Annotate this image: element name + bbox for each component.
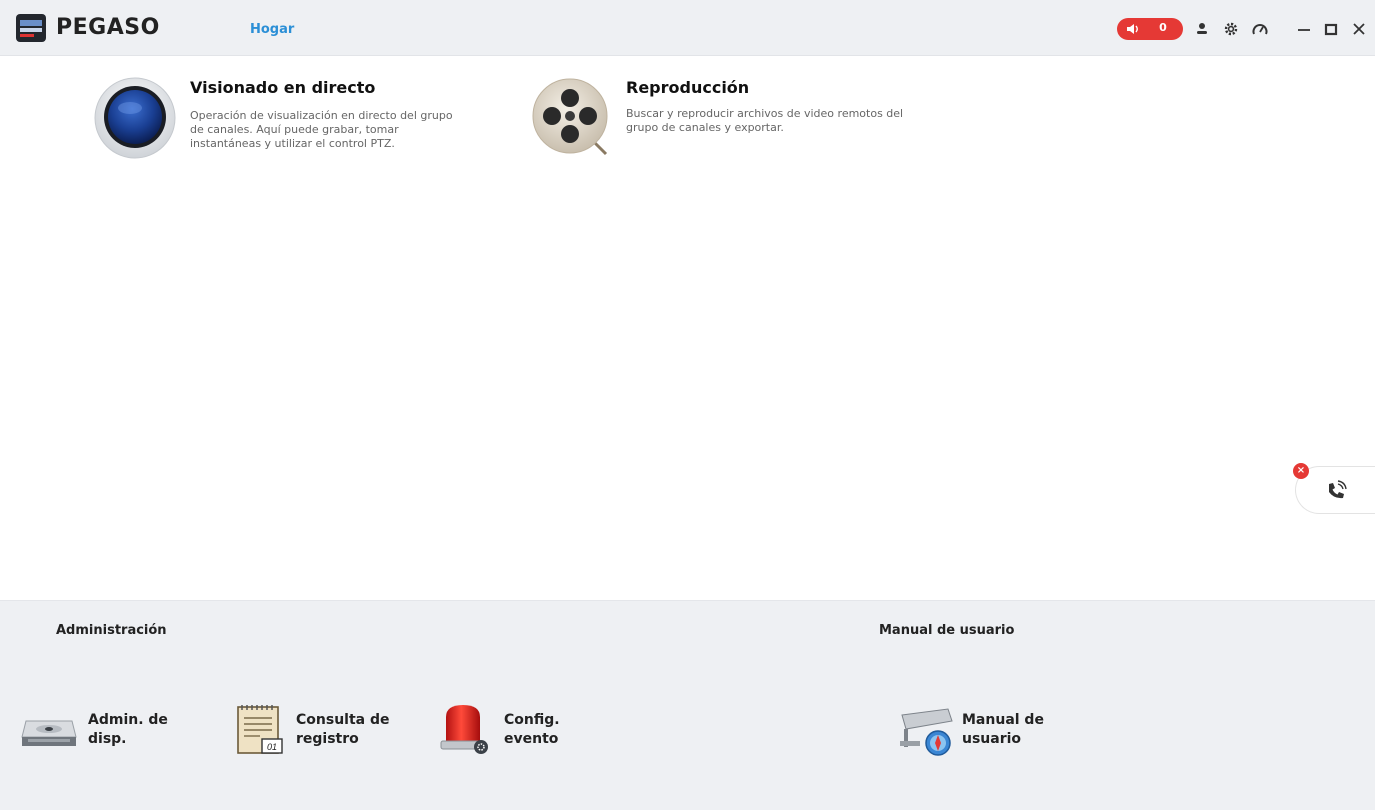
device-manager-icon	[21, 720, 77, 746]
alarm-count: 0	[1159, 21, 1167, 34]
log-query-icon: 01	[237, 705, 283, 754]
module-live-view[interactable]: Visionado en directo Operación de visual…	[92, 76, 512, 166]
speaker-icon	[1127, 24, 1138, 34]
section-title-administration: Administración	[56, 623, 167, 638]
tool-label: Manual de usuario	[962, 712, 1044, 747]
app-title: PEGASO	[56, 15, 160, 40]
user-manual-button[interactable]: Manual de usuario	[896, 701, 1086, 761]
bottom-panel: Administración Manual de usuario Admin. …	[0, 600, 1375, 810]
tool-label: Config. evento	[504, 712, 560, 747]
minimize-icon[interactable]	[1295, 20, 1313, 38]
svg-text:01: 01	[267, 742, 277, 752]
log-query-button[interactable]: 01 Consulta de registro	[236, 701, 426, 761]
module-title: Reproducción	[626, 78, 750, 97]
tool-label: Admin. de disp.	[88, 712, 168, 747]
module-description: Operación de visualización en directo de…	[190, 109, 453, 150]
maximize-icon[interactable]	[1322, 20, 1340, 38]
gear-icon[interactable]	[1222, 20, 1240, 38]
title-bar: PEGASO Hogar 0	[0, 0, 1375, 56]
tool-label: Consulta de registro	[296, 712, 390, 747]
playback-reel-icon	[532, 78, 608, 156]
close-icon[interactable]: ×	[1293, 463, 1309, 479]
module-playback[interactable]: Reproducción Buscar y reproducir archivo…	[530, 76, 950, 166]
app-logo-icon	[16, 14, 46, 42]
nav-home-link[interactable]: Hogar	[250, 22, 294, 37]
phone-call-icon	[1329, 480, 1347, 499]
live-view-icon	[94, 77, 176, 159]
module-title: Visionado en directo	[190, 78, 376, 97]
user-icon[interactable]	[1193, 20, 1211, 38]
event-config-button[interactable]: Config. evento	[438, 701, 628, 761]
close-icon[interactable]	[1350, 20, 1368, 38]
gauge-icon[interactable]	[1251, 20, 1269, 38]
module-description: Buscar y reproducir archivos de video re…	[626, 107, 904, 134]
user-manual-icon	[900, 708, 953, 756]
alarm-button[interactable]: 0	[1117, 18, 1183, 40]
event-config-icon	[440, 705, 488, 754]
device-manager-button[interactable]: Admin. de disp.	[20, 701, 210, 761]
section-title-user-manual: Manual de usuario	[879, 623, 1015, 638]
